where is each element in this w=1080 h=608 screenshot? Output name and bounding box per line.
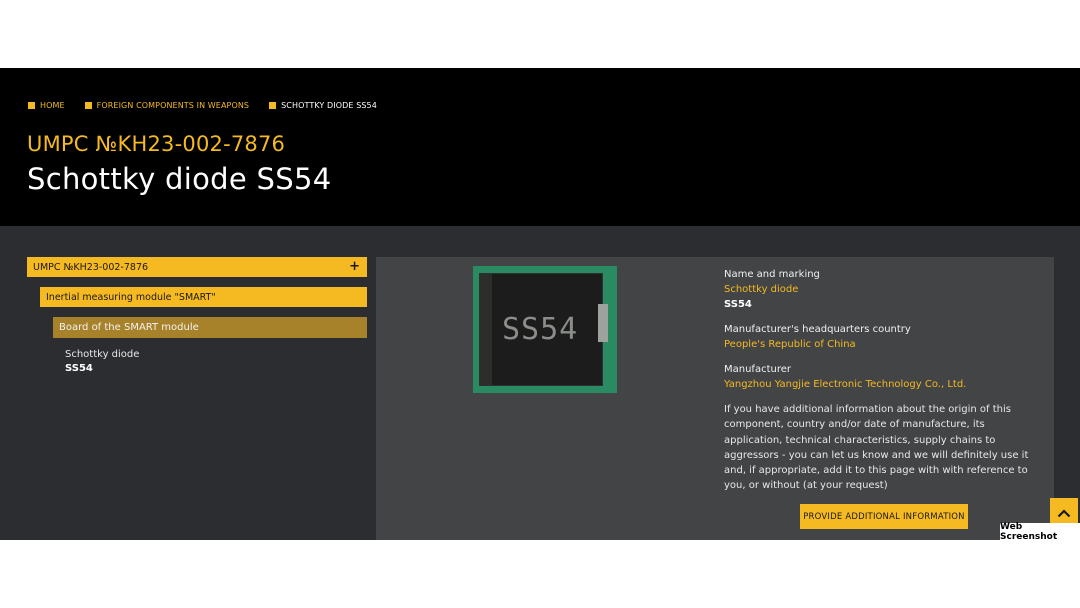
name-value-link[interactable]: Schottky diode (724, 282, 1029, 297)
tree-item-board[interactable]: Board of the SMART module (53, 317, 367, 338)
expand-plus-icon[interactable]: + (349, 259, 360, 274)
hq-country-link[interactable]: People's Republic of China (724, 337, 1029, 352)
hq-country-label: Manufacturer's headquarters country (724, 324, 911, 335)
breadcrumb-link[interactable]: HOME (40, 101, 65, 110)
name-marking: SS54 (724, 299, 752, 310)
page-title: Schottky diode SS54 (27, 162, 332, 196)
component-tree: UMPC №KH23-002-7876 + Inertial measuring… (27, 257, 367, 374)
component-photo[interactable]: SS54 (473, 266, 617, 393)
component-details: Name and marking Schottky diode SS54 Man… (724, 267, 1029, 494)
square-bullet-icon (28, 102, 35, 109)
cathode-band (480, 274, 492, 385)
tree-item-label: UMPC №KH23-002-7876 (33, 261, 149, 273)
hero-header: HOME FOREIGN COMPONENTS IN WEAPONS SCHOT… (0, 68, 1080, 226)
diode-chip-image: SS54 (479, 273, 608, 386)
web-screenshot-badge: Web Screenshot (1000, 522, 1080, 542)
square-bullet-icon (84, 102, 92, 109)
breadcrumb-item-home[interactable]: HOME (28, 101, 65, 110)
tree-leaf-name: Schottky diode (65, 349, 140, 360)
tree-item-umpc[interactable]: UMPC №KH23-002-7876 + (27, 257, 367, 277)
breadcrumb-item-foreign-components[interactable]: FOREIGN COMPONENTS IN WEAPONS (84, 101, 249, 110)
additional-info-text: If you have additional information about… (724, 404, 1029, 492)
manufacturer-label: Manufacturer (724, 364, 791, 375)
chevron-up-icon (1057, 503, 1071, 522)
tree-item-inertial-module[interactable]: Inertial measuring module "SMART" (40, 287, 367, 307)
tree-leaf-marking: SS54 (65, 363, 93, 374)
tree-item-label: Inertial measuring module "SMART" (46, 291, 216, 303)
component-panel: SS54 Name and marking Schottky diode SS5… (376, 257, 1054, 540)
breadcrumb-item-current: SCHOTTKY DIODE SS54 (269, 101, 377, 110)
square-bullet-icon (269, 102, 277, 109)
chip-marking: SS54 (502, 312, 579, 347)
provide-info-button[interactable]: PROVIDE ADDITIONAL INFORMATION (800, 504, 968, 529)
page-subtitle: UMPC №KH23-002-7876 (27, 132, 286, 156)
breadcrumb: HOME FOREIGN COMPONENTS IN WEAPONS SCHOT… (28, 101, 397, 110)
manufacturer-link[interactable]: Yangzhou Yangjie Electronic Technology C… (724, 377, 1029, 392)
chip-pad (598, 304, 608, 342)
tree-item-current-component: Schottky diode SS54 (65, 349, 367, 374)
breadcrumb-current: SCHOTTKY DIODE SS54 (281, 101, 377, 110)
tree-item-label: Board of the SMART module (59, 322, 199, 333)
page-frame: HOME FOREIGN COMPONENTS IN WEAPONS SCHOT… (0, 68, 1080, 540)
breadcrumb-link[interactable]: FOREIGN COMPONENTS IN WEAPONS (97, 101, 249, 110)
name-label: Name and marking (724, 269, 820, 280)
